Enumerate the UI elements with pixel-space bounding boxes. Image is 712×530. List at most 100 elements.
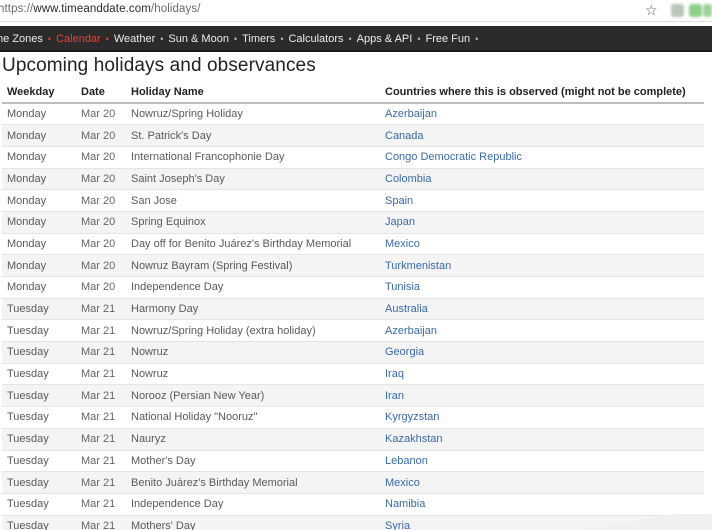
table-header-row: Weekday Date Holiday Name Countries wher…: [2, 82, 704, 104]
cell-holiday-name: Nowruz: [126, 363, 380, 386]
nav-item-calendar[interactable]: Calendar: [56, 33, 101, 45]
cell-holiday-name: Norooz (Persian New Year): [126, 384, 380, 408]
cell-weekday: Tuesday: [2, 450, 76, 473]
nav-separator: •: [475, 34, 479, 44]
cell-weekday: Tuesday: [2, 493, 76, 516]
nav-item-apps-api[interactable]: Apps & API: [357, 33, 413, 45]
nav-separator: •: [280, 34, 284, 44]
cell-country[interactable]: Iran: [380, 384, 704, 408]
cell-date: Mar 21: [76, 515, 126, 530]
cell-country[interactable]: Colombia: [380, 168, 704, 191]
site-nav-menu: me Zones • Calendar • Weather • Sun & Moon • Tim…: [0, 26, 483, 52]
cell-date: Mar 21: [76, 471, 126, 494]
holidays-table: Weekday Date Holiday Name Countries wher…: [2, 82, 704, 530]
cell-holiday-name: San Jose: [126, 189, 380, 212]
header-weekday[interactable]: Weekday: [2, 82, 76, 104]
table-row: Monday Mar 20 Nowruz Bayram (Spring Festiv…: [2, 254, 704, 277]
nav-item-sun-moon[interactable]: Sun & Moon: [168, 33, 229, 45]
cell-weekday: Tuesday: [2, 471, 76, 494]
cell-weekday: Tuesday: [2, 341, 76, 364]
cell-country[interactable]: Congo Democratic Republic: [380, 146, 704, 169]
table-row: Monday Mar 20 International Francophonie D…: [2, 146, 704, 169]
header-date[interactable]: Date: [76, 82, 126, 104]
cell-country[interactable]: Georgia: [380, 341, 704, 364]
nav-item-me-zones[interactable]: me Zones: [0, 33, 43, 45]
cell-holiday-name: Nowruz Bayram (Spring Festival): [126, 254, 380, 277]
extension-icon[interactable]: [689, 4, 702, 17]
cell-weekday: Tuesday: [2, 515, 76, 530]
cell-weekday: Monday: [2, 211, 76, 234]
holidays-table-container: Weekday Date Holiday Name Countries wher…: [2, 82, 704, 530]
nav-item-timers[interactable]: Timers: [242, 33, 275, 45]
cell-country[interactable]: Mexico: [380, 471, 704, 494]
nav-separator: •: [417, 34, 421, 44]
browser-address-bar[interactable]: https://www.timeanddate.com/holidays/ ☆: [0, 0, 712, 22]
cell-holiday-name: Spring Equinox: [126, 211, 380, 234]
header-countries[interactable]: Countries where this is observed (might …: [380, 82, 704, 104]
cell-weekday: Tuesday: [2, 384, 76, 408]
cell-holiday-name: National Holiday "Nooruz": [126, 406, 380, 429]
cell-country[interactable]: Syria: [380, 515, 704, 530]
nav-item-weather[interactable]: Weather: [114, 33, 155, 45]
cell-holiday-name: Nowruz/Spring Holiday (extra holiday): [126, 319, 380, 343]
nav-item-calculators[interactable]: Calculators: [288, 33, 343, 45]
cell-date: Mar 21: [76, 384, 126, 408]
header-holiday-name[interactable]: Holiday Name: [126, 82, 380, 104]
site-nav-bar: me Zones • Calendar • Weather • Sun & Moon • Tim…: [0, 26, 712, 52]
cell-date: Mar 21: [76, 493, 126, 516]
cell-weekday: Monday: [2, 233, 76, 256]
table-row: Tuesday Mar 21 Mothers' Day Syria: [2, 515, 704, 530]
table-row: Monday Mar 20 Spring Equinox Japan: [2, 211, 704, 234]
cell-weekday: Monday: [2, 254, 76, 277]
cell-date: Mar 20: [76, 233, 126, 256]
bookmark-star-icon[interactable]: ☆: [645, 1, 658, 19]
url-text[interactable]: https://www.timeanddate.com/holidays/: [0, 3, 201, 15]
table-row: Monday Mar 20 Saint Joseph's Day Colombia: [2, 168, 704, 191]
cell-holiday-name: Nowruz/Spring Holiday: [126, 103, 380, 126]
cell-country[interactable]: Kyrgyzstan: [380, 406, 704, 429]
cell-weekday: Tuesday: [2, 298, 76, 321]
cell-holiday-name: Mother's Day: [126, 450, 380, 473]
cell-country[interactable]: Tunisia: [380, 276, 704, 299]
cell-country[interactable]: Canada: [380, 124, 704, 147]
page-title: Upcoming holidays and observances: [2, 55, 316, 76]
cell-country[interactable]: Namibia: [380, 493, 704, 516]
cell-date: Mar 20: [76, 103, 126, 126]
cell-country[interactable]: Spain: [380, 189, 704, 212]
cell-date: Mar 20: [76, 146, 126, 169]
table-row: Monday Mar 20 Nowruz/Spring Holiday Azerbai…: [2, 103, 704, 126]
cell-country[interactable]: Iraq: [380, 363, 704, 386]
url-path: /holidays/: [150, 3, 201, 15]
cell-date: Mar 21: [76, 341, 126, 364]
nav-item-free-fun[interactable]: Free Fun: [425, 33, 470, 45]
cell-country[interactable]: Azerbaijan: [380, 103, 704, 126]
extension-icon[interactable]: [703, 4, 712, 17]
table-row: Tuesday Mar 21 Mother's Day Lebanon: [2, 450, 704, 473]
extension-icon[interactable]: [671, 4, 684, 17]
cell-holiday-name: Independence Day: [126, 493, 380, 516]
cell-country[interactable]: Australia: [380, 298, 704, 321]
table-row: Tuesday Mar 21 National Holiday "Nooruz" Ky…: [2, 406, 704, 429]
table-row: Monday Mar 20 San Jose Spain: [2, 189, 704, 212]
cell-date: Mar 20: [76, 276, 126, 299]
cell-country[interactable]: Azerbaijan: [380, 319, 704, 343]
cell-weekday: Monday: [2, 276, 76, 299]
cell-holiday-name: Nowruz: [126, 341, 380, 364]
cell-weekday: Monday: [2, 146, 76, 169]
cell-holiday-name: Independence Day: [126, 276, 380, 299]
cell-holiday-name: Nauryz: [126, 428, 380, 451]
table-row: Tuesday Mar 21 Benito Juárez's Birthday Me…: [2, 471, 704, 494]
table-row: Tuesday Mar 21 Harmony Day Australia: [2, 298, 704, 321]
cell-country[interactable]: Lebanon: [380, 450, 704, 473]
nav-separator: •: [160, 34, 164, 44]
cell-country[interactable]: Japan: [380, 211, 704, 234]
table-row: Monday Mar 20 Day off for Benito Juárez's …: [2, 233, 704, 256]
cell-date: Mar 21: [76, 363, 126, 386]
cell-date: Mar 20: [76, 211, 126, 234]
cell-country[interactable]: Mexico: [380, 233, 704, 256]
cell-holiday-name: Saint Joseph's Day: [126, 168, 380, 191]
cell-weekday: Tuesday: [2, 406, 76, 429]
cell-country[interactable]: Turkmenistan: [380, 254, 704, 277]
cell-country[interactable]: Kazakhstan: [380, 428, 704, 451]
cell-weekday: Tuesday: [2, 363, 76, 386]
